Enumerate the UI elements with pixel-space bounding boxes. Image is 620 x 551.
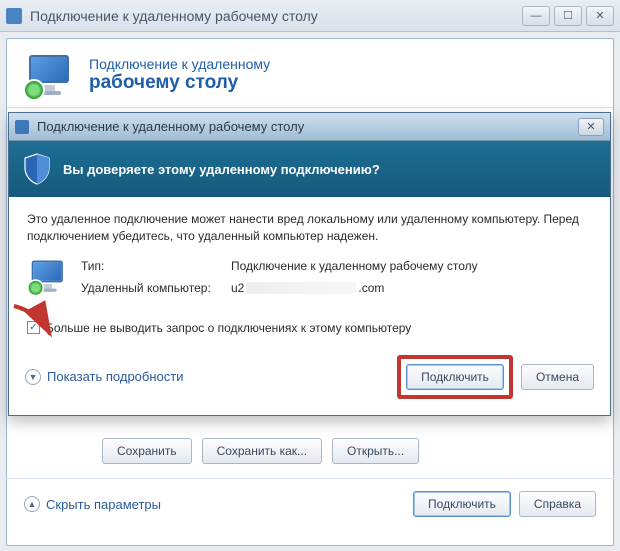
help-button[interactable]: Справка [519, 491, 596, 517]
header-line1: Подключение к удаленному [89, 56, 270, 72]
close-button[interactable]: ✕ [586, 6, 614, 26]
main-titlebar[interactable]: Подключение к удаленному рабочему столу … [0, 0, 620, 32]
dialog-close-button[interactable]: ✕ [578, 118, 604, 136]
rdp-app-icon [6, 8, 22, 24]
main-bottom-panel: Сохранить Сохранить как... Открыть... ▲ … [6, 430, 614, 529]
dialog-header-bar: Вы доверяете этому удаленному подключени… [9, 141, 610, 197]
dialog-warning-text: Это удаленное подключение может нанести … [27, 211, 592, 245]
rdp-small-icon [15, 120, 29, 134]
maximize-button[interactable]: ☐ [554, 6, 582, 26]
connection-info-grid: Тип: Подключение к удаленному рабочему с… [81, 259, 478, 295]
remote-value: u2.com [231, 281, 478, 295]
show-details-label: Показать подробности [47, 369, 183, 384]
main-connect-button[interactable]: Подключить [413, 491, 511, 517]
dont-ask-label: Больше не выводить запрос о подключениях… [46, 321, 411, 335]
chevron-up-icon: ▲ [24, 496, 40, 512]
dialog-cancel-button[interactable]: Отмена [521, 364, 594, 390]
dont-ask-checkbox[interactable] [27, 321, 40, 334]
connect-highlight-frame: Подключить [397, 355, 513, 399]
dialog-title-text: Подключение к удаленному рабочему столу [37, 119, 578, 134]
show-details-toggle[interactable]: ▼ Показать подробности [25, 369, 183, 385]
dialog-question: Вы доверяете этому удаленному подключени… [63, 162, 380, 177]
dialog-titlebar[interactable]: Подключение к удаленному рабочему столу … [9, 113, 610, 141]
masked-hostname [246, 282, 356, 294]
trust-dialog: Подключение к удаленному рабочему столу … [8, 112, 611, 416]
shield-icon [23, 153, 51, 185]
remote-label: Удаленный компьютер: [81, 281, 231, 295]
type-value: Подключение к удаленному рабочему столу [231, 259, 478, 273]
hide-options-toggle[interactable]: ▲ Скрыть параметры [24, 496, 161, 512]
info-rdp-icon [27, 259, 69, 303]
save-as-button[interactable]: Сохранить как... [202, 438, 322, 464]
open-button[interactable]: Открыть... [332, 438, 419, 464]
minimize-button[interactable]: — [522, 6, 550, 26]
dialog-footer: ▼ Показать подробности Подключить Отмена [9, 345, 610, 415]
header-line2: рабочему столу [89, 72, 270, 94]
save-button[interactable]: Сохранить [102, 438, 192, 464]
hide-options-label: Скрыть параметры [46, 497, 161, 512]
type-label: Тип: [81, 259, 231, 273]
main-header: Подключение к удаленному рабочему столу [7, 39, 613, 108]
chevron-down-icon: ▼ [25, 369, 41, 385]
rdp-icon [23, 53, 75, 97]
dialog-connect-button[interactable]: Подключить [406, 364, 504, 390]
main-title-text: Подключение к удаленному рабочему столу [30, 8, 522, 24]
